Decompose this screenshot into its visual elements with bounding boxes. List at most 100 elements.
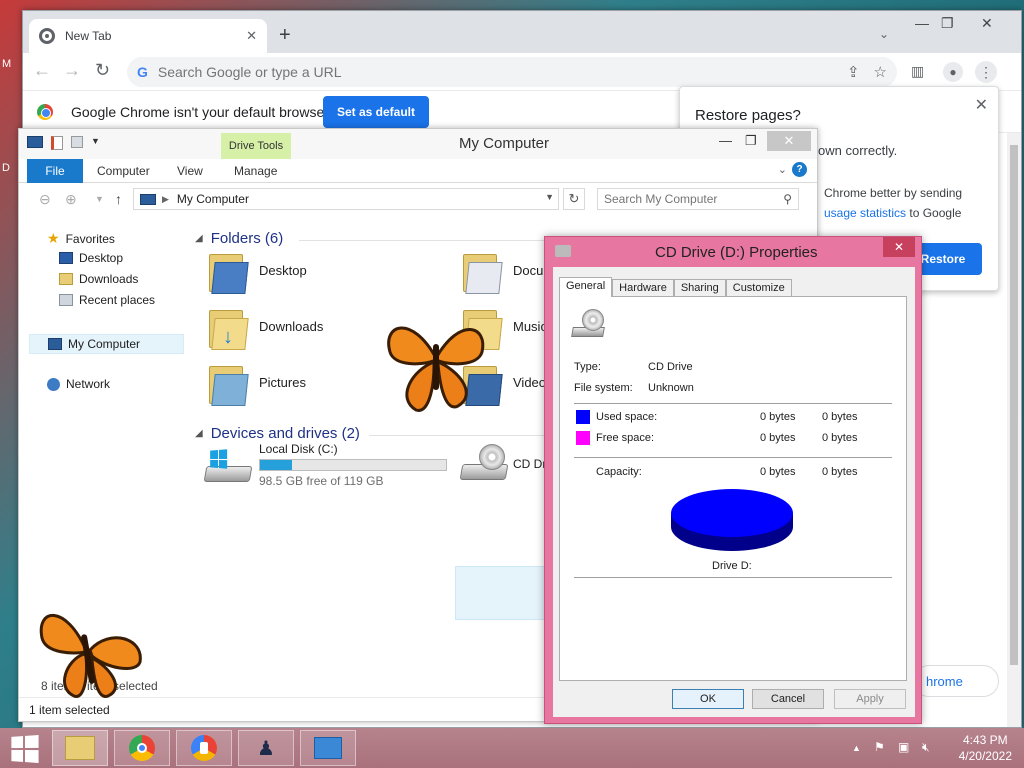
nav-downloads[interactable]: Downloads — [59, 272, 138, 286]
network-tray-icon[interactable]: ▣ — [898, 740, 909, 754]
devices-group-header[interactable]: ◢ Devices and drives (2) — [195, 425, 360, 442]
chrome-close-button[interactable]: ✕ — [981, 15, 993, 32]
customize-chrome-button[interactable]: hrome — [913, 665, 999, 697]
address-dropdown-icon[interactable]: ▼ — [545, 192, 554, 202]
volume-muted-icon[interactable]: 🔇︎ — [922, 740, 930, 755]
folder-downloads-icon[interactable]: ↓ — [207, 308, 249, 350]
refresh-button[interactable]: ↻ — [563, 188, 585, 210]
properties-icon[interactable] — [51, 136, 63, 150]
drive-tools-context-tab: Drive Tools — [221, 133, 291, 159]
nav-recent-places[interactable]: Recent places — [59, 293, 155, 307]
ribbon-tab-computer[interactable]: Computer — [97, 164, 150, 178]
new-tab-button[interactable]: + — [279, 25, 291, 45]
folder-pictures-label[interactable]: Pictures — [259, 375, 306, 390]
breadcrumb-separator-icon[interactable]: ▶ — [162, 194, 169, 205]
folder-pictures-icon[interactable] — [207, 364, 249, 406]
taskbar-chrome[interactable] — [114, 730, 170, 766]
back-button[interactable]: ← — [33, 61, 51, 79]
scrollbar-thumb[interactable] — [1010, 145, 1018, 665]
browser-shield-icon — [191, 735, 217, 761]
address-bar[interactable]: ▶ My Computer ▼ — [133, 188, 559, 210]
taskbar-control-panel[interactable] — [300, 730, 356, 766]
qat-dropdown-icon[interactable]: ▼ — [91, 136, 100, 150]
folders-group-header[interactable]: ◢ Folders (6) — [195, 230, 283, 247]
folder-desktop-label[interactable]: Desktop — [259, 263, 307, 278]
clock[interactable]: 4:43 PM 4/20/2022 — [959, 732, 1012, 764]
folder-downloads-label[interactable]: Downloads — [259, 319, 323, 334]
nav-desktop[interactable]: Desktop — [59, 251, 123, 265]
set-as-default-button[interactable]: Set as default — [323, 96, 429, 128]
separator — [574, 457, 892, 458]
taskbar-app[interactable]: ♟ — [238, 730, 294, 766]
restore-title: Restore pages? — [695, 107, 801, 124]
forward-button[interactable]: → — [63, 61, 81, 79]
tab-general[interactable]: General — [559, 277, 613, 297]
apply-button[interactable]: Apply — [834, 689, 906, 709]
share-icon[interactable]: ⇪ — [847, 63, 860, 81]
cd-drive-tile[interactable] — [455, 566, 555, 620]
nav-network[interactable]: Network — [47, 377, 110, 391]
omnibox[interactable]: G ⇪ ☆ — [127, 57, 897, 87]
tab-hardware[interactable]: Hardware — [612, 279, 674, 297]
restore-close-icon[interactable]: ✕ — [975, 95, 988, 115]
desktop-icon — [59, 252, 73, 264]
taskbar-file-explorer[interactable] — [52, 730, 108, 766]
local-disk-label[interactable]: Local Disk (C:) — [259, 442, 338, 456]
start-button[interactable] — [11, 734, 39, 764]
usage-statistics-link[interactable]: usage statistics — [824, 206, 906, 220]
search-input[interactable] — [604, 192, 784, 206]
tab-search-button[interactable]: ⌄ — [879, 27, 889, 41]
local-disk-free-space: 98.5 GB free of 119 GB — [259, 474, 384, 488]
profile-avatar-icon[interactable]: ● — [943, 62, 963, 82]
recent-locations-icon[interactable]: ▼ — [95, 194, 104, 204]
bookmark-star-icon[interactable]: ☆ — [874, 63, 887, 81]
chrome-menu-icon[interactable]: ⋮ — [975, 61, 997, 83]
folder-documents-icon[interactable] — [461, 252, 503, 294]
restore-text-1: own correctly. — [818, 143, 898, 158]
side-panel-icon[interactable]: ▥ — [911, 64, 924, 78]
star-icon: ★ — [47, 230, 60, 246]
explorer-forward-icon[interactable]: ⊕ — [65, 191, 77, 208]
up-arrow-icon[interactable]: ↑ — [115, 191, 122, 207]
explorer-minimize-button[interactable]: — — [719, 133, 732, 148]
taskbar-browser[interactable] — [176, 730, 232, 766]
type-label: Type: — [574, 361, 601, 373]
explorer-back-icon[interactable]: ⊖ — [39, 191, 51, 208]
help-icon[interactable]: ? — [792, 162, 807, 177]
folder-music-label[interactable]: Music — [513, 319, 547, 334]
properties-close-button[interactable]: ✕ — [883, 237, 915, 257]
tab-new-tab[interactable]: New Tab ✕ — [29, 19, 267, 53]
breadcrumb-my-computer[interactable]: My Computer — [177, 192, 249, 206]
search-icon[interactable]: ⚲ — [783, 192, 792, 206]
ribbon-tab-manage[interactable]: Manage — [234, 164, 277, 178]
local-disk-icon[interactable] — [203, 446, 253, 486]
nav-favorites[interactable]: ★ Favorites — [47, 230, 115, 247]
collapse-icon[interactable]: ◢ — [195, 233, 203, 244]
downloads-icon — [59, 273, 73, 285]
ok-button[interactable]: OK — [672, 689, 744, 709]
folder-desktop-icon[interactable] — [207, 252, 249, 294]
chrome-scrollbar[interactable] — [1007, 133, 1021, 727]
chrome-minimize-button[interactable]: — — [915, 15, 929, 31]
ribbon-tab-file[interactable]: File — [27, 159, 83, 183]
reload-button[interactable]: ↻ — [95, 61, 110, 79]
search-box[interactable]: ⚲ — [597, 188, 799, 210]
omnibox-input[interactable] — [157, 64, 833, 80]
collapse-icon[interactable]: ◢ — [195, 428, 203, 439]
nav-my-computer[interactable]: My Computer — [29, 334, 184, 354]
computer-icon — [140, 193, 156, 205]
tab-close-icon[interactable]: ✕ — [246, 28, 257, 44]
ribbon-expand-icon[interactable]: ⌄ — [778, 163, 787, 176]
chrome-icon — [129, 735, 155, 761]
tray-expand-icon[interactable]: ▲ — [852, 743, 861, 753]
cancel-button[interactable]: Cancel — [752, 689, 824, 709]
chrome-maximize-button[interactable]: ❐ — [941, 15, 954, 32]
ribbon-tab-view[interactable]: View — [177, 164, 203, 178]
cd-drive-icon[interactable] — [459, 444, 509, 484]
action-center-flag-icon[interactable]: ⚑ — [874, 740, 885, 754]
new-folder-icon[interactable] — [71, 136, 83, 148]
explorer-close-button[interactable]: ✕ — [767, 131, 811, 151]
tab-customize[interactable]: Customize — [725, 279, 792, 297]
tab-sharing[interactable]: Sharing — [673, 279, 726, 297]
explorer-maximize-button[interactable]: ❐ — [745, 133, 757, 149]
